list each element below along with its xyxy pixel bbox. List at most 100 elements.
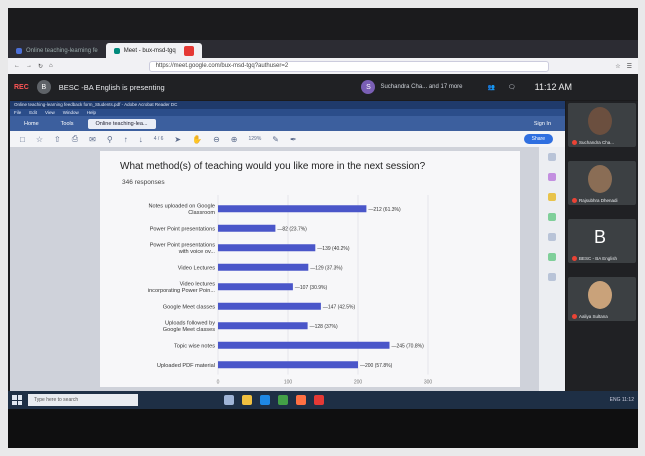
bar-chart: 0 100 200 300 Notes uploaded on GoogleClassr…: [148, 195, 433, 386]
mic-off-icon: [572, 256, 577, 261]
forward-icon[interactable]: →: [26, 63, 32, 69]
next-page-icon[interactable]: ↓: [139, 135, 143, 144]
category-label: Classroom: [188, 210, 215, 216]
zoom-level[interactable]: 129%: [249, 136, 262, 142]
participant-name: Rajsubhra Dhenadi: [572, 198, 618, 203]
windows-start-icon[interactable]: [12, 395, 22, 405]
category-label: Power Point presentations: [150, 226, 216, 232]
bar: [218, 224, 276, 232]
category-label: with voice ov...: [178, 249, 216, 255]
prev-page-icon[interactable]: ↑: [124, 135, 128, 144]
edit-pdf-icon[interactable]: [548, 173, 556, 181]
url-text: https://meet.google.com/bux-msd-tgq?auth…: [155, 63, 289, 69]
chat-icon[interactable]: 🗨: [508, 84, 516, 91]
participant-avatar: S: [361, 80, 376, 94]
zoom-out-icon[interactable]: ⊖: [213, 135, 220, 144]
sign-in-link[interactable]: Sign In: [534, 121, 551, 127]
category-label: Notes uploaded on Google: [148, 204, 215, 210]
monitor-bezel: [8, 409, 638, 448]
participant-tile[interactable]: Rajsubhra Dhenadi: [568, 161, 636, 205]
meet-clock: 11:12 AM: [534, 82, 572, 92]
tab-tools[interactable]: Tools: [53, 119, 82, 129]
presenter-avatar: B: [36, 80, 51, 94]
share-button[interactable]: Share: [523, 134, 553, 144]
system-tray: ENG 11:12: [610, 397, 634, 403]
tray-text: ENG 11:12: [609, 397, 634, 403]
menu-window[interactable]: Window: [63, 109, 79, 116]
tab-document[interactable]: Online teaching-lea...: [87, 118, 156, 129]
taskbar-search[interactable]: Type here to search: [28, 394, 138, 406]
x-tick-label: 300: [424, 380, 433, 386]
send-icon[interactable]: [548, 253, 556, 261]
pointer-icon[interactable]: ➤: [174, 135, 181, 144]
meet-icon: [113, 47, 120, 54]
x-tick-label: 0: [217, 380, 220, 386]
tab-label: Online teaching-learning fe: [26, 47, 98, 54]
presenting-text: BESC -BA English is presenting: [58, 82, 165, 92]
participants-summary[interactable]: S Suchandra Cha... and 17 more 👥 🗨 11:12…: [361, 80, 632, 94]
sign-icon[interactable]: ✒: [290, 135, 297, 144]
browser-tab-strip: Online teaching-learning fe Meet - bux-m…: [8, 40, 638, 58]
edge-icon[interactable]: [260, 395, 270, 405]
firefox-icon[interactable]: [296, 395, 306, 405]
mic-off-icon: [572, 314, 577, 319]
create-icon[interactable]: □: [20, 135, 25, 144]
mic-off-icon: [572, 198, 577, 203]
mail-icon[interactable]: ✉: [89, 135, 96, 144]
windows-taskbar: Type here to search ENG 11:12: [8, 391, 638, 409]
fill-sign-icon[interactable]: [548, 233, 556, 241]
upload-icon[interactable]: ⇧: [54, 135, 61, 144]
comment-tool-icon[interactable]: [548, 193, 556, 201]
participant-tile[interactable]: Suchandra Cha...: [568, 103, 636, 147]
back-icon[interactable]: ←: [14, 63, 20, 69]
zoom-in-icon[interactable]: ⊕: [231, 135, 238, 144]
category-label: Uploads followed by: [165, 321, 215, 327]
comment-icon[interactable]: ✎: [272, 135, 279, 144]
participant-video: [588, 281, 612, 309]
data-label: —82 (23.7%): [277, 226, 307, 232]
hand-icon[interactable]: ✋: [192, 135, 202, 144]
participant-tile[interactable]: B BESC - BA English: [568, 219, 636, 263]
home-icon[interactable]: ⌂: [49, 63, 53, 69]
star-icon[interactable]: ☆: [36, 135, 43, 144]
task-view-icon[interactable]: [224, 395, 234, 405]
search-icon[interactable]: ⚲: [107, 135, 113, 144]
chrome-icon[interactable]: [278, 395, 288, 405]
participant-name-text: Aaliya Sultana: [579, 314, 608, 319]
print-icon[interactable]: ⎙: [72, 134, 78, 144]
x-tick-label: 100: [284, 380, 293, 386]
url-field[interactable]: https://meet.google.com/bux-msd-tgq?auth…: [148, 60, 550, 72]
participant-tile[interactable]: Aaliya Sultana: [568, 277, 636, 321]
acrobat-title-bar: Online teaching-learning feedback form_S…: [10, 101, 565, 109]
tab-feedback-form[interactable]: Online teaching-learning fe: [8, 43, 106, 58]
category-label: Video Lectures: [178, 265, 215, 271]
people-icon[interactable]: 👥: [488, 84, 495, 91]
data-label: —245 (70.8%): [392, 343, 425, 349]
tab-home[interactable]: Home: [16, 119, 47, 129]
reload-icon[interactable]: ↻: [38, 63, 43, 70]
menu-view[interactable]: View: [45, 109, 55, 116]
file-explorer-icon[interactable]: [242, 395, 252, 405]
tab-meet[interactable]: Meet - bux-msd-tgq: [105, 43, 202, 58]
category-label: Topic wise notes: [174, 343, 215, 349]
x-tick-label: 200: [354, 380, 363, 386]
tab-label: Meet - bux-msd-tgq: [123, 47, 176, 54]
monitor-screen: Online teaching-learning fe Meet - bux-m…: [8, 8, 638, 448]
bar: [218, 283, 293, 291]
menu-help[interactable]: Help: [87, 109, 96, 116]
category-label: Uploaded PDF material: [157, 363, 215, 369]
data-label: —147 (42.5%): [323, 304, 356, 310]
bar: [218, 322, 308, 330]
organize-pages-icon[interactable]: [548, 213, 556, 221]
meet-top-bar: REC B BESC -BA English is presenting S S…: [8, 74, 638, 100]
bookmark-icon[interactable]: ☆: [615, 63, 620, 70]
participants-panel: Suchandra Cha... Rajsubhra Dhenadi B BES…: [566, 101, 638, 391]
export-pdf-icon[interactable]: [548, 153, 556, 161]
category-label: Google Meet classes: [163, 304, 215, 310]
menu-file[interactable]: File: [14, 109, 21, 116]
more-tools-icon[interactable]: [548, 273, 556, 281]
menu-icon[interactable]: ☰: [627, 63, 632, 70]
menu-edit[interactable]: Edit: [29, 109, 37, 116]
acrobat-icon[interactable]: [314, 395, 324, 405]
page-indicator[interactable]: 4 / 6: [154, 136, 164, 142]
